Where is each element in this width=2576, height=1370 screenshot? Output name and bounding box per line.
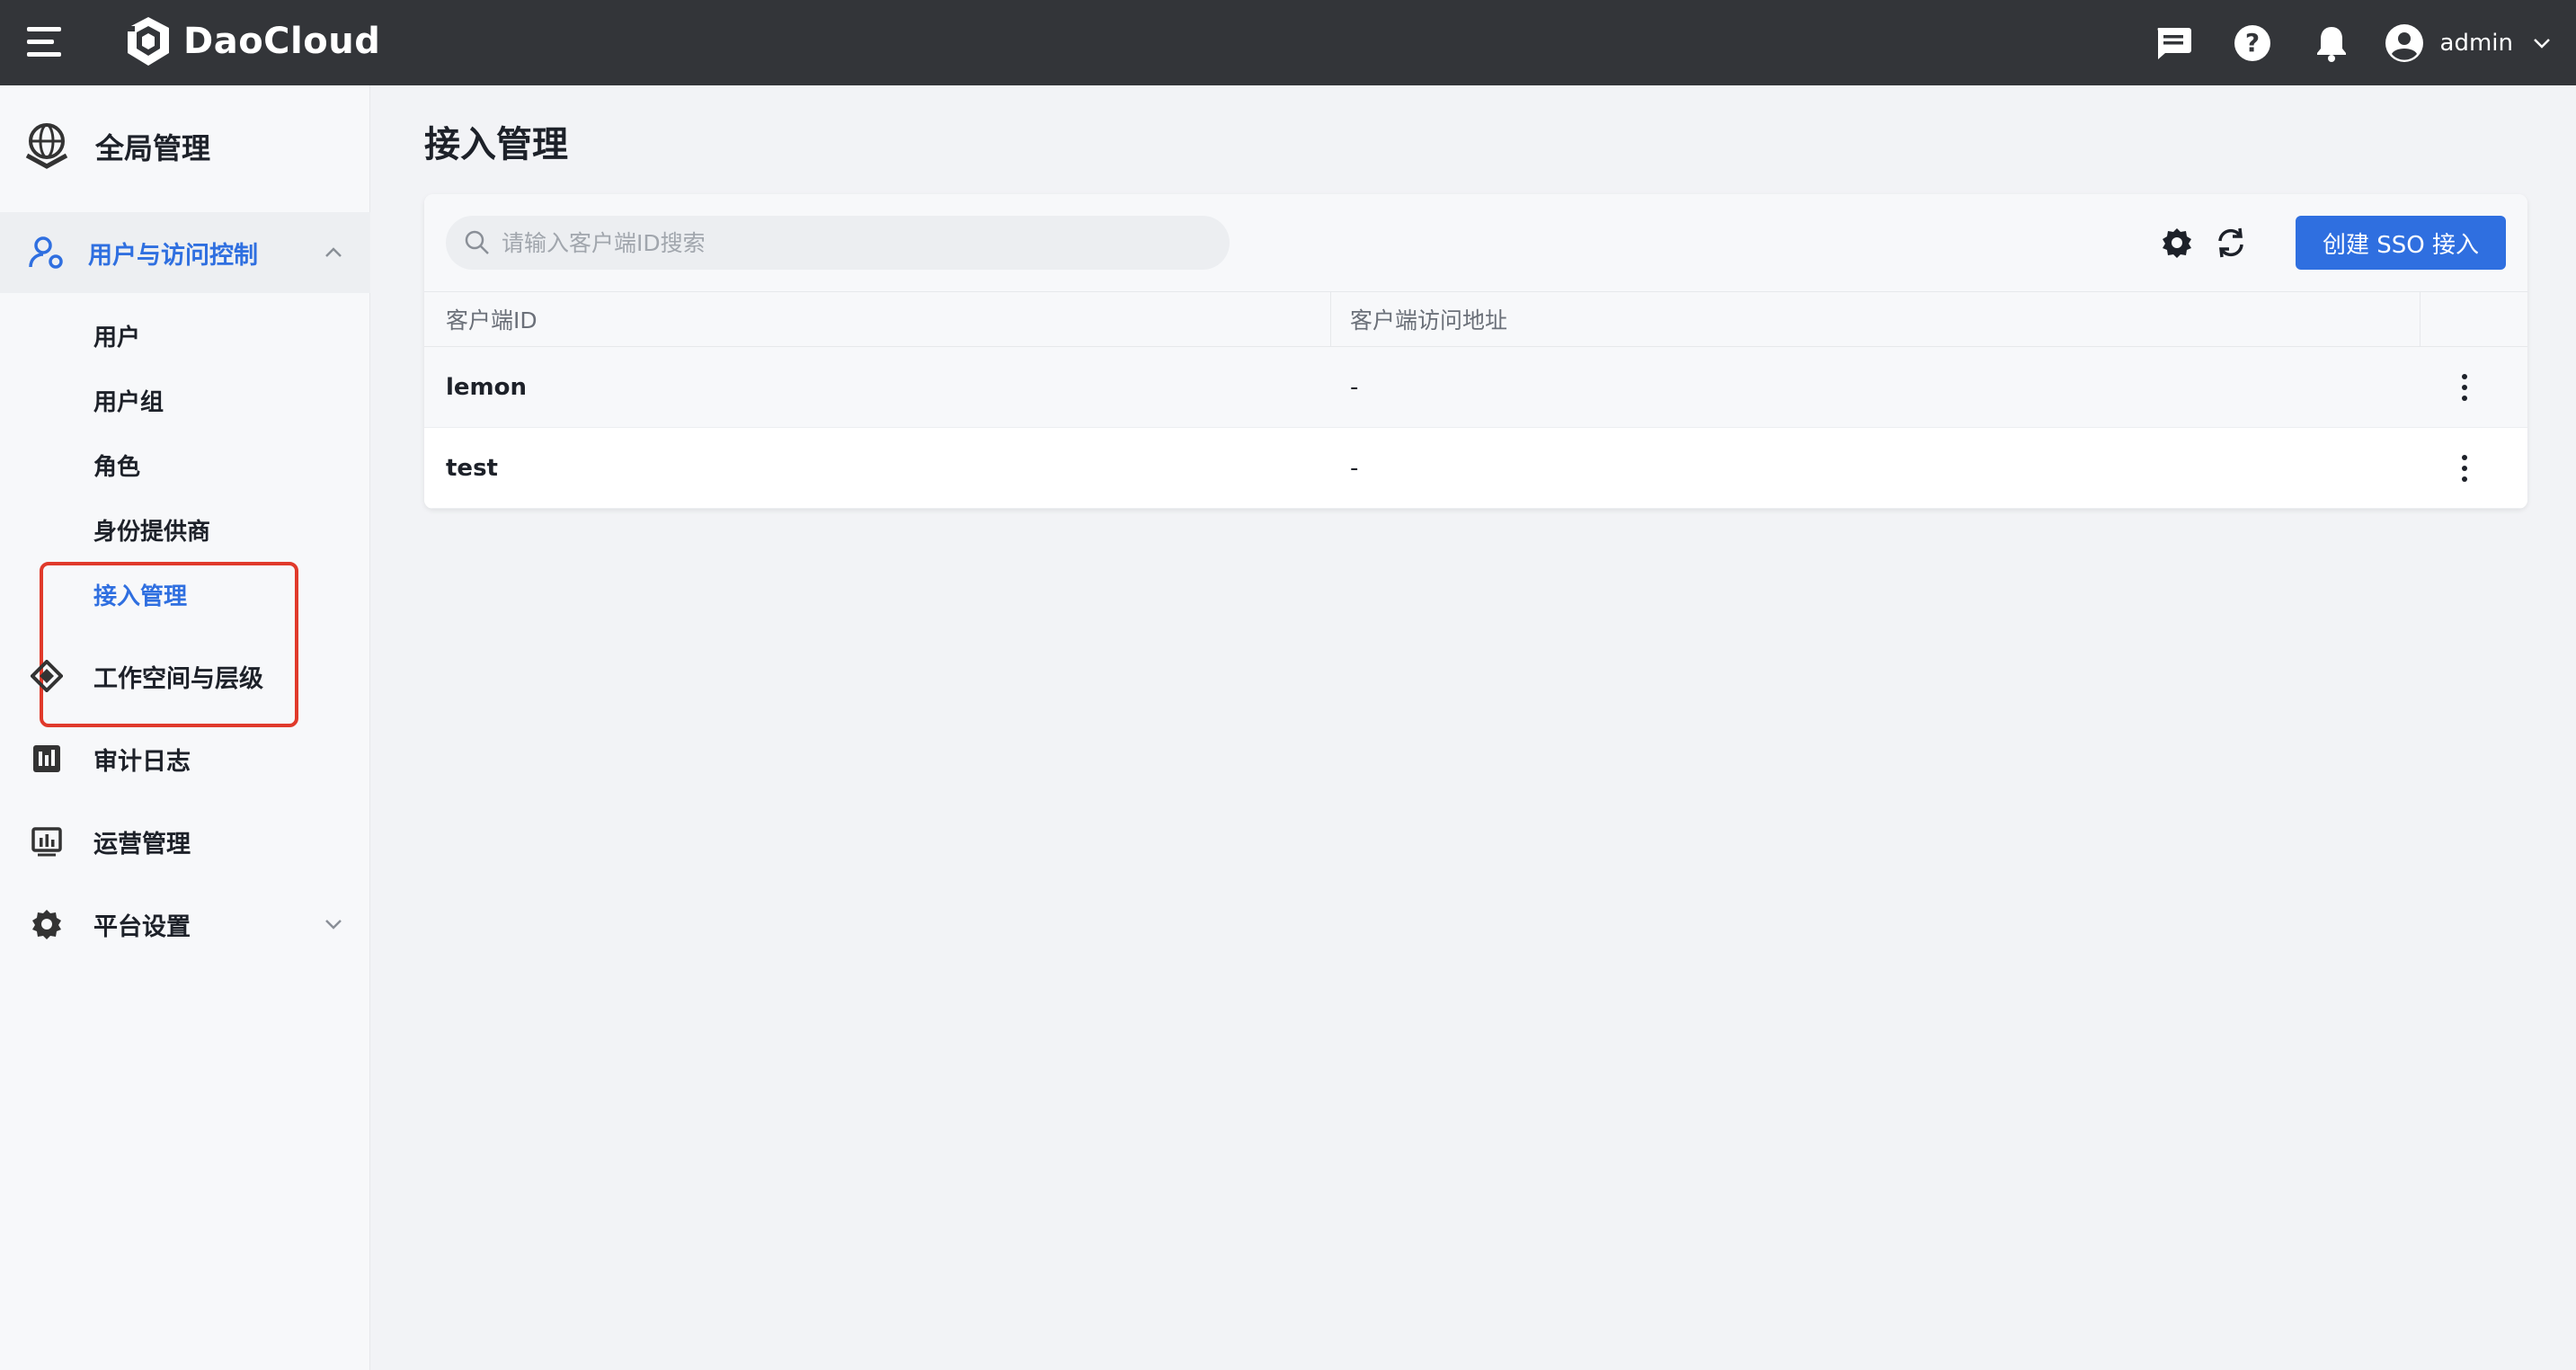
nav-group-user-access[interactable]: 用户与访问控制 — [0, 212, 370, 293]
table-row[interactable]: test - — [424, 428, 2527, 509]
settings-icon — [32, 910, 61, 939]
sidebar-item-workspace[interactable]: 工作空间与层级 — [0, 645, 370, 707]
sso-access-table-card: 创建 SSO 接入 客户端ID 客户端访问地址 lemon - test - — [424, 194, 2527, 509]
user-menu[interactable]: admin — [2385, 23, 2551, 63]
sidebar-title: 全局管理 — [95, 131, 211, 165]
workspace-icon — [31, 660, 63, 692]
brand[interactable]: DaoCloud — [124, 14, 380, 68]
user-settings-icon — [29, 236, 63, 269]
column-divider — [2420, 292, 2421, 346]
more-actions-icon[interactable] — [2445, 367, 2484, 408]
search-box[interactable] — [446, 216, 1230, 270]
sidebar-item-audit-log[interactable]: 审计日志 — [0, 727, 370, 790]
column-header-client-id[interactable]: 客户端ID — [446, 292, 537, 346]
toolbar: 创建 SSO 接入 — [424, 194, 2527, 291]
column-header-client-address[interactable]: 客户端访问地址 — [1350, 292, 1507, 346]
sidebar-item-platform-settings[interactable]: 平台设置 — [0, 893, 370, 956]
sidebar-item-label: 工作空间与层级 — [93, 664, 263, 693]
sidebar-item-label: 平台设置 — [93, 912, 191, 941]
audit-log-icon — [33, 745, 60, 772]
sidebar-item-user-groups[interactable]: 用户组 — [93, 384, 164, 417]
chevron-down-icon — [2534, 38, 2550, 49]
bell-icon[interactable] — [2311, 22, 2352, 64]
more-actions-icon[interactable] — [2445, 448, 2484, 489]
search-input[interactable] — [502, 229, 1203, 256]
brand-name: DaoCloud — [183, 21, 381, 62]
chevron-up-icon — [325, 247, 342, 257]
top-bar: DaoCloud ? admin — [0, 0, 2576, 85]
client-id-cell: lemon — [446, 374, 528, 401]
sidebar-item-roles[interactable]: 角色 — [93, 449, 140, 482]
table-row[interactable]: lemon - — [424, 347, 2527, 428]
client-id-cell: test — [446, 455, 498, 482]
message-icon[interactable] — [2153, 22, 2194, 64]
sidebar-item-access-management[interactable]: 接入管理 — [93, 578, 187, 611]
nav-group-label: 用户与访问控制 — [88, 241, 258, 270]
help-icon[interactable]: ? — [2232, 22, 2273, 64]
daocloud-logo-icon — [128, 17, 169, 66]
svg-text:?: ? — [2244, 28, 2259, 58]
sidebar-item-operations[interactable]: 运营管理 — [0, 810, 370, 873]
chevron-down-icon — [325, 920, 342, 930]
settings-icon[interactable] — [2157, 223, 2197, 262]
sidebar-item-label: 运营管理 — [93, 830, 191, 858]
create-sso-button[interactable]: 创建 SSO 接入 — [2296, 216, 2506, 270]
search-icon — [465, 230, 489, 254]
sidebar-header: 全局管理 — [0, 85, 370, 208]
column-divider — [1330, 292, 1331, 346]
table-header: 客户端ID 客户端访问地址 — [424, 291, 2527, 347]
sidebar-item-label: 审计日志 — [93, 747, 191, 776]
top-icons: ? admin — [2153, 0, 2576, 85]
refresh-icon[interactable] — [2211, 223, 2251, 262]
operations-icon — [31, 827, 62, 857]
globe-icon — [25, 123, 68, 169]
user-name: admin — [2439, 29, 2513, 57]
sidebar: 全局管理 用户与访问控制 用户 用户组 角色 身份提供商 接入管理 工作空间与层… — [0, 85, 370, 1370]
client-address-cell: - — [1350, 374, 1359, 401]
page-title: 接入管理 — [424, 124, 568, 165]
user-avatar-icon — [2385, 23, 2423, 62]
sidebar-item-identity-providers[interactable]: 身份提供商 — [93, 513, 210, 547]
menu-toggle-icon[interactable] — [27, 27, 63, 58]
client-address-cell: - — [1350, 455, 1359, 482]
sidebar-item-users[interactable]: 用户 — [93, 319, 140, 352]
